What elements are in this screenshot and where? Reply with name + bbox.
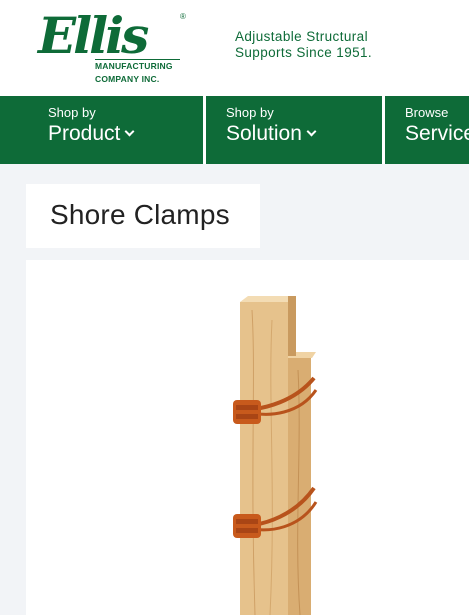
logo-subtitle-line1: MANUFACTURING (95, 59, 180, 71)
chevron-down-icon (306, 126, 317, 137)
nav-browse-services[interactable]: Browse Services (385, 96, 469, 164)
page-title-box: Shore Clamps (26, 184, 260, 248)
nav-shop-by-solution[interactable]: Shop by Solution (206, 96, 382, 164)
nav-shop-by-product[interactable]: Shop by Product (0, 96, 203, 164)
brand-tagline: Adjustable Structural Supports Since 195… (235, 29, 372, 61)
logo-wordmark: Ellis (38, 6, 149, 65)
nav-item-label-wrap: Solution (226, 122, 317, 146)
nav-item-label: Services (405, 122, 469, 145)
shore-clamp-icon (233, 296, 318, 615)
site-header: Ellis ® MANUFACTURING COMPANY INC. Adjus… (0, 0, 469, 96)
page-title: Shore Clamps (50, 199, 230, 230)
main-navigation: Shop by Product Shop by Solution Browse … (0, 96, 469, 164)
nav-item-caption: Shop by (226, 105, 274, 120)
tagline-line2: Supports Since 1951. (235, 45, 373, 60)
ellis-logo[interactable]: Ellis ® MANUFACTURING COMPANY INC. (38, 8, 190, 86)
nav-item-label-wrap: Product (48, 122, 135, 146)
logo-subtitle-line2: COMPANY INC. (95, 74, 160, 84)
chevron-down-icon (124, 126, 135, 137)
tagline-line1: Adjustable Structural (235, 29, 368, 44)
registered-mark: ® (180, 12, 186, 21)
nav-item-label: Product (48, 122, 121, 145)
nav-item-label: Solution (226, 122, 302, 145)
nav-item-label-wrap: Services (405, 122, 469, 146)
nav-item-caption: Browse (405, 105, 449, 120)
nav-item-caption: Shop by (48, 105, 96, 120)
product-image-panel (26, 260, 469, 615)
